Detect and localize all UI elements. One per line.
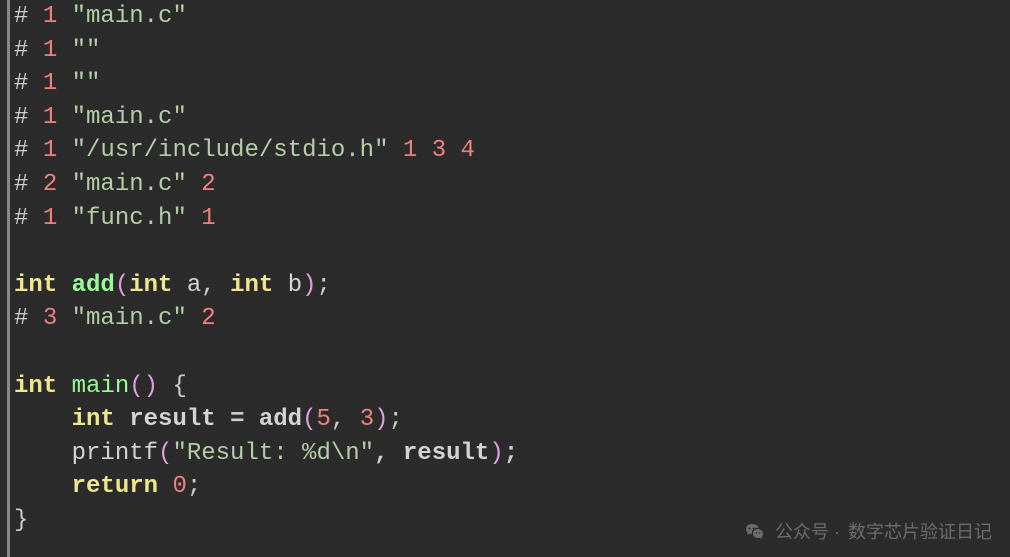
code-line-4: # 1 "/usr/include/stdio.h" 1 3 4 (14, 134, 1010, 168)
code-line-11: int main() { (14, 370, 1010, 404)
code-line-1: # 1 "" (14, 34, 1010, 68)
code-line-9: # 3 "main.c" 2 (14, 302, 1010, 336)
editor-gutter (0, 0, 10, 557)
code-editor: # 1 "main.c"# 1 ""# 1 ""# 1 "main.c"# 1 … (0, 0, 1010, 557)
watermark-text: 数字芯片验证日记 (848, 520, 992, 545)
wechat-icon (743, 520, 767, 544)
watermark-prefix: 公众号 · (775, 520, 840, 545)
code-line-7 (14, 235, 1010, 269)
code-line-0: # 1 "main.c" (14, 0, 1010, 34)
code-line-6: # 1 "func.h" 1 (14, 202, 1010, 236)
code-line-3: # 1 "main.c" (14, 101, 1010, 135)
code-line-12: int result = add(5, 3); (14, 403, 1010, 437)
code-line-8: int add(int a, int b); (14, 269, 1010, 303)
code-line-14: return 0; (14, 470, 1010, 504)
code-line-10 (14, 336, 1010, 370)
code-line-13: printf("Result: %d\n", result); (14, 437, 1010, 471)
code-line-5: # 2 "main.c" 2 (14, 168, 1010, 202)
watermark: 公众号 · 数字芯片验证日记 (743, 520, 992, 545)
code-content[interactable]: # 1 "main.c"# 1 ""# 1 ""# 1 "main.c"# 1 … (10, 0, 1010, 557)
code-line-2: # 1 "" (14, 67, 1010, 101)
